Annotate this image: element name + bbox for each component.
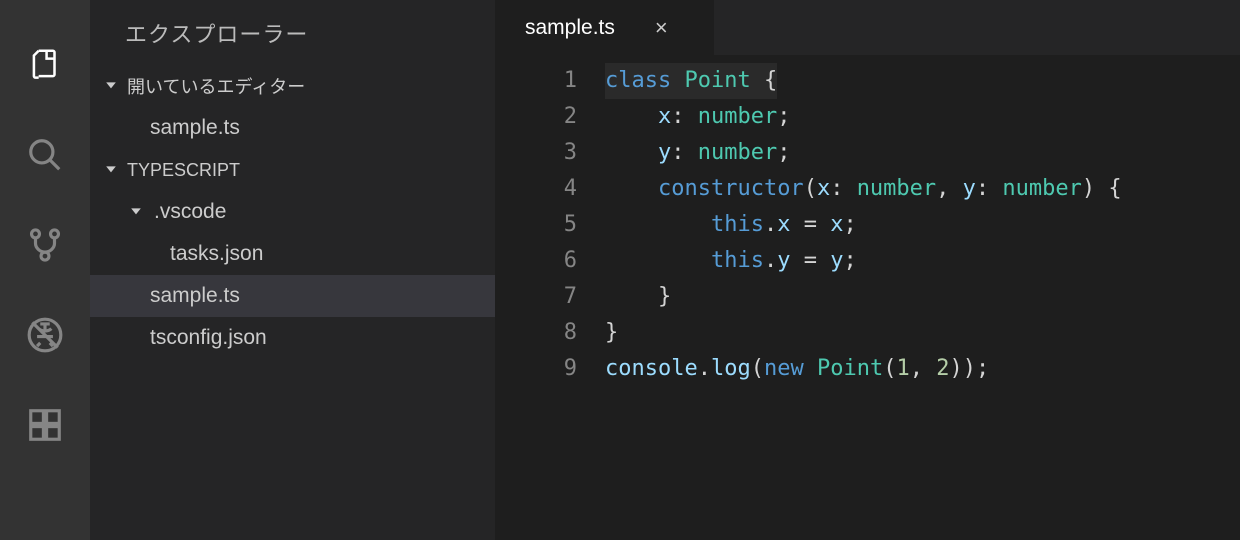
workspace-header[interactable]: TYPESCRIPT <box>90 149 495 191</box>
code-line: x: number; <box>605 99 1240 135</box>
search-icon[interactable] <box>0 110 90 200</box>
editor-area: sample.ts × 1 2 3 4 5 6 7 8 9 class Poin… <box>495 0 1240 540</box>
file-item-tasks[interactable]: tasks.json <box>90 233 495 275</box>
tab-sample[interactable]: sample.ts × <box>495 0 715 55</box>
chevron-down-icon <box>105 164 117 176</box>
file-label: sample.ts <box>150 284 240 308</box>
file-item-sample[interactable]: sample.ts <box>90 275 495 317</box>
code-line: this.x = x; <box>605 207 1240 243</box>
line-number: 1 <box>495 63 577 99</box>
code-line: console.log(new Point(1, 2)); <box>605 351 1240 387</box>
debug-icon[interactable] <box>0 290 90 380</box>
line-number: 5 <box>495 207 577 243</box>
open-editors-label: 開いているエディター <box>127 73 305 99</box>
line-number: 3 <box>495 135 577 171</box>
sidebar-title: エクスプローラー <box>90 0 495 65</box>
code-line: constructor(x: number, y: number) { <box>605 171 1240 207</box>
explorer-sidebar: エクスプローラー 開いているエディター sample.ts TYPESCRIPT… <box>90 0 495 540</box>
open-editor-item[interactable]: sample.ts <box>90 107 495 149</box>
code-lines: class Point { x: number; y: number; cons… <box>605 63 1240 540</box>
open-editors-header[interactable]: 開いているエディター <box>90 65 495 107</box>
explorer-icon[interactable] <box>0 20 90 110</box>
code-line: } <box>605 315 1240 351</box>
chevron-down-icon <box>105 80 117 92</box>
line-number: 4 <box>495 171 577 207</box>
file-label: tsconfig.json <box>150 326 267 350</box>
line-number: 8 <box>495 315 577 351</box>
line-number: 2 <box>495 99 577 135</box>
code-line: } <box>605 279 1240 315</box>
line-number: 9 <box>495 351 577 387</box>
folder-label: .vscode <box>154 200 226 224</box>
file-item-tsconfig[interactable]: tsconfig.json <box>90 317 495 359</box>
code-line: this.y = y; <box>605 243 1240 279</box>
line-number: 6 <box>495 243 577 279</box>
workspace-label: TYPESCRIPT <box>127 160 240 181</box>
file-label: sample.ts <box>150 116 240 140</box>
code-editor[interactable]: 1 2 3 4 5 6 7 8 9 class Point { x: numbe… <box>495 55 1240 540</box>
code-line: y: number; <box>605 135 1240 171</box>
tab-bar: sample.ts × <box>495 0 1240 55</box>
chevron-down-icon <box>130 206 142 218</box>
folder-item-vscode[interactable]: .vscode <box>90 191 495 233</box>
close-icon[interactable]: × <box>655 15 668 41</box>
line-number-gutter: 1 2 3 4 5 6 7 8 9 <box>495 63 605 540</box>
line-number: 7 <box>495 279 577 315</box>
tab-label: sample.ts <box>525 16 615 40</box>
extensions-icon[interactable] <box>0 380 90 470</box>
code-line: class Point { <box>605 63 1240 99</box>
activity-bar <box>0 0 90 540</box>
file-label: tasks.json <box>170 242 263 266</box>
source-control-icon[interactable] <box>0 200 90 290</box>
